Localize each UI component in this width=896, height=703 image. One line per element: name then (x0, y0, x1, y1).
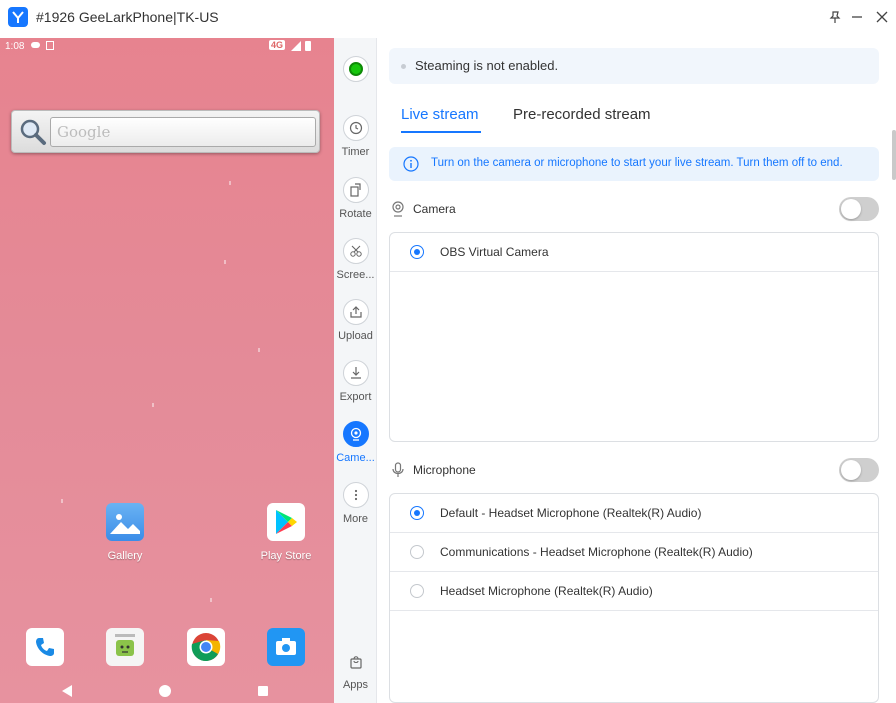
status-time: 1:08 (5, 41, 25, 52)
chrome-icon[interactable] (187, 628, 225, 666)
tab-pre-recorded-stream[interactable]: Pre-recorded stream (513, 106, 651, 123)
camera-icon[interactable] (267, 628, 305, 666)
phone-screen[interactable]: 1:08 4G Google Gallery Play Store (0, 38, 334, 703)
radio-button[interactable] (410, 584, 424, 598)
tool-label: More (342, 513, 369, 525)
phone-status-bar: 1:08 4G (0, 38, 334, 56)
upload-icon (342, 299, 369, 325)
tool-timer[interactable]: Timer (334, 115, 377, 158)
camera-section-header: Camera (389, 197, 879, 223)
download-icon (342, 360, 369, 386)
radio-button[interactable] (410, 506, 424, 520)
scrollbar[interactable] (892, 130, 896, 180)
tool-label: Scree... (336, 269, 375, 281)
tool-upload[interactable]: Upload (334, 299, 377, 342)
tool-label: Timer (341, 146, 370, 158)
network-badge: 4G (269, 40, 286, 50)
info-text: Turn on the camera or microphone to star… (431, 157, 843, 169)
google-search-widget[interactable]: Google (11, 110, 320, 153)
radio-button[interactable] (410, 245, 424, 259)
battery-icon (305, 41, 311, 51)
tool-label: Upload (338, 330, 373, 342)
microphone-option-label: Default - Headset Microphone (Realtek(R)… (440, 506, 702, 520)
geelark-logo-icon (8, 7, 28, 27)
close-icon[interactable] (873, 8, 891, 26)
list-item[interactable]: Default - Headset Microphone (Realtek(R)… (390, 494, 878, 533)
tool-label: Apps (342, 679, 369, 691)
tool-export[interactable]: Export (334, 360, 377, 403)
camera-list: OBS Virtual Camera (389, 232, 879, 442)
window-titlebar: #1926 GeeLarkPhone|TK-US (0, 0, 896, 35)
gallery-icon[interactable] (106, 503, 144, 541)
magnifier-icon (18, 117, 48, 147)
tool-camera[interactable]: Came... (334, 421, 377, 464)
list-item[interactable]: Communications - Headset Microphone (Rea… (390, 533, 878, 572)
info-icon (403, 156, 419, 172)
camera-stream-icon (342, 421, 369, 447)
clock-icon (342, 115, 369, 141)
cloud-icon (31, 42, 40, 48)
tool-label: Export (339, 391, 372, 403)
stream-status-notice: Steaming is not enabled. (389, 48, 879, 84)
minimize-icon[interactable] (848, 8, 866, 26)
camera-toggle[interactable] (839, 197, 879, 221)
microphone-option-label: Headset Microphone (Realtek(R) Audio) (440, 584, 653, 598)
camera-option-label: OBS Virtual Camera (440, 245, 549, 259)
notification-icon (46, 41, 54, 50)
stream-panel: Steaming is not enabled. Live stream Pre… (377, 38, 896, 703)
play-store-icon[interactable] (267, 503, 305, 541)
microphone-section-header: Microphone (389, 458, 879, 484)
tool-rotate[interactable]: Rotate (334, 177, 377, 220)
tool-label: Rotate (339, 208, 372, 220)
connection-status-indicator (343, 56, 369, 82)
active-tab-indicator (401, 131, 481, 133)
nav-back-button[interactable] (62, 685, 72, 697)
app-label-play-store: Play Store (260, 550, 312, 562)
webcam-icon (391, 201, 405, 217)
tool-label: Came... (336, 452, 375, 464)
window-title: #1926 GeeLarkPhone|TK-US (36, 9, 219, 25)
microphone-option-label: Communications - Headset Microphone (Rea… (440, 545, 753, 559)
screenshot-icon (342, 238, 369, 264)
list-item[interactable]: OBS Virtual Camera (390, 233, 878, 272)
microphone-section-title: Microphone (413, 463, 476, 477)
phone-icon[interactable] (26, 628, 64, 666)
nav-recents-button[interactable] (258, 686, 268, 696)
status-dot (401, 64, 406, 69)
notice-text: Steaming is not enabled. (415, 58, 559, 73)
tool-more[interactable]: More (334, 482, 377, 525)
list-item[interactable]: Headset Microphone (Realtek(R) Audio) (390, 572, 878, 611)
signal-icon (291, 41, 301, 51)
rotate-icon (342, 177, 369, 203)
tool-strip: Timer Rotate Scree... Upload Export Came… (334, 38, 377, 703)
pin-icon[interactable] (826, 8, 844, 26)
nav-home-button[interactable] (159, 685, 171, 697)
app-label-gallery: Gallery (107, 550, 143, 562)
microphone-toggle[interactable] (839, 458, 879, 482)
info-banner: Turn on the camera or microphone to star… (389, 147, 879, 181)
search-placeholder: Google (57, 123, 111, 141)
messaging-icon[interactable] (106, 628, 144, 666)
more-icon (342, 482, 369, 508)
camera-section-title: Camera (413, 202, 456, 216)
search-input[interactable]: Google (50, 117, 316, 147)
radio-button[interactable] (410, 545, 424, 559)
shopping-bag-icon (343, 653, 369, 671)
microphone-icon (391, 462, 405, 478)
tool-apps[interactable]: Apps (334, 653, 377, 691)
tool-screenshot[interactable]: Scree... (334, 238, 377, 281)
tab-live-stream[interactable]: Live stream (401, 106, 479, 123)
microphone-list: Default - Headset Microphone (Realtek(R)… (389, 493, 879, 703)
